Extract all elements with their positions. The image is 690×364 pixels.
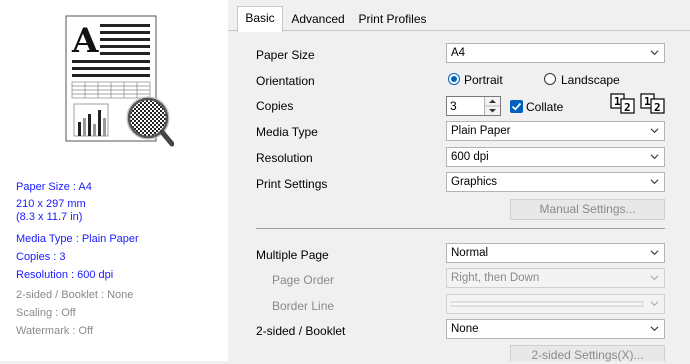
collate-page-1b: 1 xyxy=(644,95,651,108)
collate-pages-icon: 1 2 1 2 xyxy=(610,93,665,114)
copies-value: 3 xyxy=(450,99,457,113)
two-sided-select[interactable]: None xyxy=(446,319,665,339)
svg-text:A: A xyxy=(71,21,99,61)
media-type-value: Plain Paper xyxy=(451,125,511,137)
chevron-down-icon xyxy=(650,50,659,56)
paper-size-value: A4 xyxy=(451,47,466,59)
spin-arrows-icon xyxy=(485,99,500,113)
two-sided-label: 2-sided / Booklet xyxy=(256,324,346,338)
resolution-value: 600 dpi xyxy=(451,151,489,163)
checkmark-icon xyxy=(511,102,522,111)
chevron-down-icon xyxy=(650,128,659,134)
paper-size-select[interactable]: A4 xyxy=(446,43,665,63)
border-line-sample-icon xyxy=(451,301,643,307)
tab-basic[interactable]: Basic xyxy=(237,6,283,32)
multiple-page-label: Multiple Page xyxy=(256,248,329,262)
preview-pane: A Paper Size: A4 210 x 297 mm (8.3 x 11… xyxy=(0,0,228,361)
portrait-radio[interactable] xyxy=(448,73,460,85)
border-line-label: Border Line xyxy=(272,299,335,313)
media-type-label: Media Type xyxy=(256,125,318,139)
preview-dimensions-mm: 210 x 297 mm xyxy=(16,198,86,210)
preview-watermark: Watermark : Off xyxy=(16,325,94,337)
two-sided-value: None xyxy=(451,323,479,335)
landscape-label[interactable]: Landscape xyxy=(561,73,620,87)
multiple-page-select[interactable]: Normal xyxy=(446,243,665,263)
resolution-select[interactable]: 600 dpi xyxy=(446,147,665,167)
collate-page-1a: 1 xyxy=(614,95,621,108)
preview-dimensions-in: (8.3 x 11.7 in) xyxy=(16,211,83,223)
resolution-label: Resolution xyxy=(256,151,313,165)
preview-paper-size: Paper Size : A4 xyxy=(16,181,92,193)
print-settings-label: Print Settings xyxy=(256,177,328,191)
chevron-down-icon xyxy=(650,250,659,256)
print-settings-value: Graphics xyxy=(451,176,498,188)
chevron-down-icon xyxy=(650,154,659,160)
chevron-down-icon xyxy=(650,301,659,307)
preview-resolution: Resolution : 600 dpi xyxy=(16,269,114,281)
tab-advanced[interactable]: Advanced xyxy=(283,8,353,30)
paper-size-label: Paper Size xyxy=(256,48,315,62)
preview-scaling: Scaling : Off xyxy=(16,307,76,319)
preview-two-sided: 2-sided / Booklet : None xyxy=(16,289,134,301)
border-line-select[interactable] xyxy=(446,294,665,314)
two-sided-settings-button[interactable]: 2-sided Settings(X)... xyxy=(510,345,665,362)
page-order-value: Right, then Down xyxy=(451,272,540,284)
preview-media-type: Media Type : Plain Paper xyxy=(16,233,139,245)
tab-print-profiles[interactable]: Print Profiles xyxy=(355,8,430,30)
page-order-label: Page Order xyxy=(272,273,335,287)
orientation-label: Orientation xyxy=(256,74,315,88)
print-settings-select[interactable]: Graphics xyxy=(446,172,665,192)
preview-copies: Copies : 3 xyxy=(16,251,66,263)
landscape-radio[interactable] xyxy=(544,73,556,85)
collate-page-2a: 2 xyxy=(624,101,631,114)
section-separator xyxy=(256,228,665,229)
collate-page-2b: 2 xyxy=(654,101,661,114)
portrait-label[interactable]: Portrait xyxy=(464,73,503,87)
copies-label: Copies xyxy=(256,99,294,113)
copies-spin-buttons[interactable] xyxy=(484,97,500,115)
page-order-select[interactable]: Right, then Down xyxy=(446,268,665,288)
document-preview-icon: A xyxy=(65,15,174,147)
copies-stepper[interactable]: 3 xyxy=(446,96,501,116)
multiple-page-value: Normal xyxy=(451,247,489,259)
chevron-down-icon xyxy=(650,179,659,185)
manual-settings-button[interactable]: Manual Settings... xyxy=(510,199,665,220)
collate-checkbox[interactable] xyxy=(510,100,523,113)
media-type-select[interactable]: Plain Paper xyxy=(446,121,665,141)
chevron-down-icon xyxy=(650,275,659,281)
collate-label[interactable]: Collate xyxy=(526,100,563,114)
chevron-down-icon xyxy=(650,326,659,332)
